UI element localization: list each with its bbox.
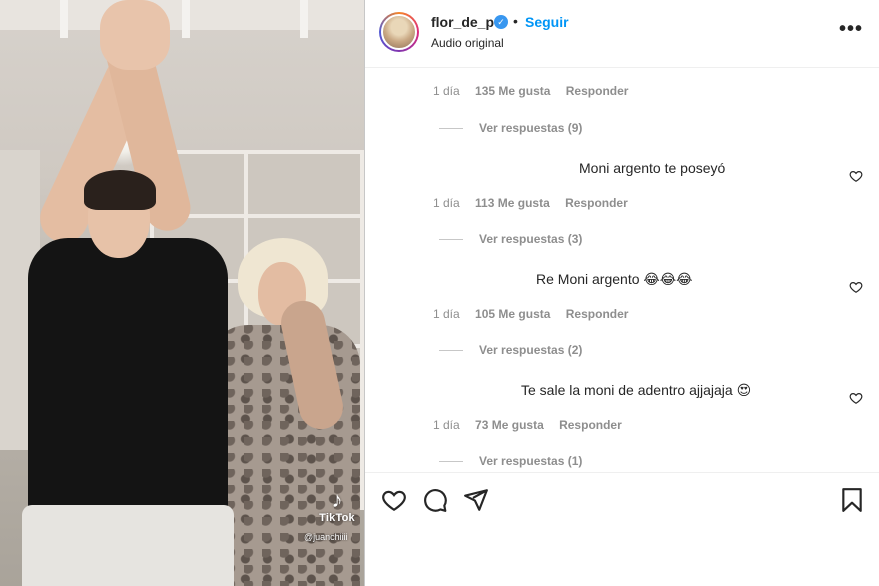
comment-meta: 1 día 135 Me gusta Responder — [433, 84, 640, 98]
post-header: flor_de_p ✓ • Seguir Audio original ••• — [365, 0, 879, 68]
reply-button[interactable]: Responder — [565, 196, 628, 210]
comment-time[interactable]: 1 día — [433, 418, 460, 432]
video-player[interactable]: ♪ TikTok @juanchiiii — [0, 0, 364, 586]
reply-button[interactable]: Responder — [566, 84, 629, 98]
comment-heart-icon[interactable] — [849, 391, 863, 405]
heart-icon[interactable] — [381, 487, 407, 513]
comment-meta: 1 día 73 Me gusta Responder — [433, 418, 634, 432]
view-replies-button[interactable]: Ver respuestas (9) — [439, 121, 582, 135]
comment-heart-icon[interactable] — [849, 280, 863, 294]
comment-icon[interactable] — [422, 487, 448, 513]
tiktok-username: @juanchiiii — [304, 532, 348, 542]
audio-label[interactable]: Audio original — [431, 36, 504, 50]
username[interactable]: flor_de_p — [431, 14, 494, 30]
video-beam — [60, 0, 68, 38]
video-beam — [300, 0, 308, 38]
action-bar — [365, 472, 879, 586]
video-beam — [182, 0, 190, 38]
comment-time[interactable]: 1 día — [433, 196, 460, 210]
avatar[interactable] — [381, 14, 417, 50]
follow-button[interactable]: Seguir — [525, 14, 569, 30]
comment-likes[interactable]: 135 Me gusta — [475, 84, 550, 98]
header-separator: • — [513, 13, 518, 29]
comment-heart-icon[interactable] — [849, 169, 863, 183]
verified-badge-icon: ✓ — [494, 15, 508, 29]
comment-likes[interactable]: 113 Me gusta — [475, 196, 550, 210]
comment-text: Moni argento te poseyó — [579, 160, 726, 176]
reply-button[interactable]: Responder — [566, 307, 629, 321]
story-ring[interactable] — [379, 12, 419, 52]
video-boy-hair — [84, 170, 156, 210]
video-boy-pants — [22, 505, 234, 586]
tiktok-brand: TikTok — [319, 512, 355, 524]
view-replies-button[interactable]: Ver respuestas (3) — [439, 232, 582, 246]
reply-button[interactable]: Responder — [559, 418, 622, 432]
video-boy-hands — [100, 0, 170, 70]
tiktok-icon: ♪ — [331, 487, 343, 512]
comment-text: Re Moni argento 😂😂😂 — [536, 271, 693, 287]
comment-time[interactable]: 1 día — [433, 84, 460, 98]
video-boy-shirt — [28, 238, 228, 528]
comment-time[interactable]: 1 día — [433, 307, 460, 321]
tiktok-watermark: ♪ TikTok — [314, 487, 360, 525]
comment-meta: 1 día 105 Me gusta Responder — [433, 307, 640, 321]
bookmark-icon[interactable] — [839, 487, 865, 513]
comment-meta: 1 día 113 Me gusta Responder — [433, 196, 640, 210]
comment-text: Te sale la moni de adentro ajjajaja 😍 — [521, 382, 752, 398]
view-replies-button[interactable]: Ver respuestas (2) — [439, 343, 582, 357]
comments-list[interactable]: 1 día 135 Me gusta Responder Ver respues… — [365, 69, 879, 472]
more-options-icon[interactable]: ••• — [839, 18, 863, 41]
share-icon[interactable] — [463, 487, 489, 513]
comment-likes[interactable]: 105 Me gusta — [475, 307, 550, 321]
view-replies-button[interactable]: Ver respuestas (1) — [439, 454, 582, 468]
comment-likes[interactable]: 73 Me gusta — [475, 418, 544, 432]
